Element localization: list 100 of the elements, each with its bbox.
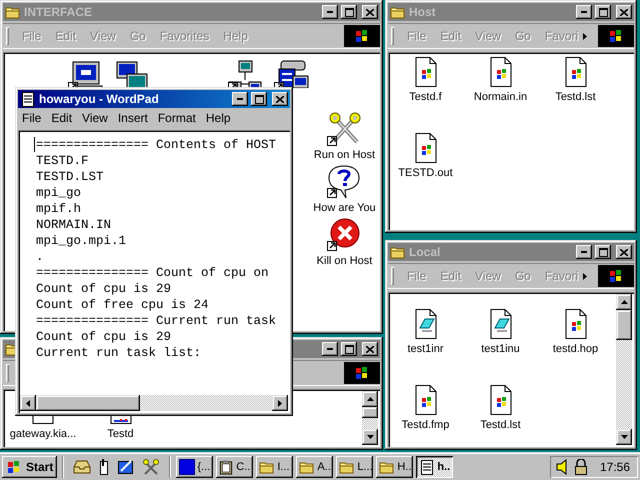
taskbar-button[interactable]: H..	[376, 456, 414, 478]
horizontal-scrollbar[interactable]	[20, 395, 288, 411]
text-line: mpi_go	[36, 185, 82, 201]
lock-icon[interactable]	[574, 459, 588, 475]
close-icon	[620, 8, 628, 16]
toolbar-grip[interactable]	[6, 364, 9, 382]
taskbar-button[interactable]: h..	[416, 456, 454, 478]
down-arrow-icon	[366, 435, 374, 439]
taskbar-button[interactable]: {...	[176, 456, 214, 478]
file-name[interactable]: Normain.in	[474, 91, 528, 103]
maximize-button[interactable]	[341, 5, 357, 19]
text-line: Count of free cpu is 24	[36, 297, 210, 313]
file-name[interactable]: test1inu	[481, 343, 520, 355]
window-icon	[179, 459, 196, 475]
maximize-icon	[344, 344, 354, 354]
crossed-pins-icon[interactable]	[326, 112, 362, 146]
scroll-down-button[interactable]	[362, 429, 378, 445]
close-button[interactable]	[616, 245, 632, 259]
text-line: =============== Current run task	[36, 313, 278, 329]
maximize-icon	[344, 8, 354, 16]
notepad-icon	[419, 459, 436, 475]
vertical-scrollbar[interactable]	[616, 294, 632, 445]
taskbar-button[interactable]: A..	[296, 456, 334, 478]
close-button[interactable]	[362, 5, 378, 19]
toolbar-grip[interactable]	[391, 267, 394, 285]
window-title: INTERFACE	[24, 5, 94, 19]
close-icon	[366, 8, 374, 16]
minimize-button[interactable]	[322, 342, 338, 356]
menu-item[interactable]: Edit	[47, 110, 78, 124]
minimize-button[interactable]	[576, 245, 592, 259]
minimize-icon	[327, 11, 333, 13]
scroll-up-button[interactable]	[362, 391, 378, 407]
minimize-button[interactable]	[576, 5, 592, 19]
scroll-down-button[interactable]	[616, 429, 632, 445]
menu-item[interactable]: Help	[202, 110, 237, 124]
close-button[interactable]	[362, 342, 378, 356]
text-line: Count of cpu is 29	[36, 329, 172, 345]
minimize-button[interactable]	[232, 92, 248, 106]
text-line: mpif.h	[36, 201, 82, 217]
maximize-button[interactable]	[341, 342, 357, 356]
up-arrow-icon	[620, 300, 628, 304]
scrollbar-thumb[interactable]	[36, 395, 140, 411]
scroll-left-button[interactable]	[20, 395, 36, 411]
folder-icon	[390, 245, 406, 259]
maximize-button[interactable]	[595, 245, 611, 259]
start-button[interactable]: Start	[2, 456, 58, 478]
taskbar-button[interactable]: I...	[256, 456, 294, 478]
minimize-icon	[327, 348, 333, 350]
text-line: =============== Count of cpu on	[36, 265, 270, 281]
minimize-icon	[237, 98, 243, 100]
chevron-icon[interactable]	[583, 32, 588, 40]
question-bubble-icon[interactable]	[326, 165, 362, 199]
menu-item[interactable]: Format	[154, 110, 202, 124]
toolbar-grip[interactable]	[391, 27, 394, 45]
file-name[interactable]: Testd.f	[409, 91, 442, 103]
file-name[interactable]: Testd	[107, 428, 134, 440]
file-name[interactable]: TESTD.out	[398, 167, 453, 179]
maximize-button[interactable]	[595, 5, 611, 19]
window-title: howaryou - WordPad	[39, 92, 160, 106]
left-arrow-icon	[26, 400, 30, 406]
clip-icon[interactable]	[98, 459, 110, 475]
scroll-right-button[interactable]	[272, 395, 288, 411]
vertical-scrollbar[interactable]	[362, 391, 378, 445]
inbox-icon[interactable]	[73, 459, 92, 475]
minimize-button[interactable]	[322, 5, 338, 19]
file-name[interactable]: gateway.kia...	[10, 428, 76, 440]
file-name[interactable]: Testd.fmp	[402, 419, 450, 431]
text-line: .	[36, 249, 45, 265]
close-button[interactable]	[616, 5, 632, 19]
close-button[interactable]	[272, 92, 288, 106]
file-name[interactable]: Testd.lst	[480, 419, 521, 431]
folder-icon	[299, 460, 316, 474]
taskbar-button[interactable]: C..	[216, 456, 254, 478]
folder-icon	[390, 5, 406, 19]
scroll-up-button[interactable]	[616, 294, 632, 310]
maximize-button[interactable]	[251, 92, 267, 106]
clock: 17:56	[600, 460, 630, 474]
up-arrow-icon	[366, 397, 374, 401]
folder-icon	[339, 460, 356, 474]
desktop-icon[interactable]	[117, 459, 136, 475]
scrollbar-thumb[interactable]	[616, 310, 632, 340]
scrollbar-thumb[interactable]	[362, 407, 378, 418]
text-cursor	[34, 137, 35, 152]
menu-item[interactable]: View	[78, 110, 114, 124]
menu-item[interactable]: File	[18, 110, 48, 124]
right-arrow-icon	[278, 400, 282, 406]
menu-item[interactable]: Insert	[114, 110, 154, 124]
text-line: =============== Contents of HOST	[36, 137, 278, 153]
window-title: Local	[409, 245, 442, 259]
text-line: TESTD.F	[36, 153, 90, 169]
toolbar-grip[interactable]	[6, 27, 9, 45]
shortcut-label[interactable]: How are You	[313, 202, 376, 214]
chevron-icon[interactable]	[583, 272, 588, 280]
file-name[interactable]: testd.hop	[552, 343, 598, 355]
taskbar-button[interactable]: L...	[336, 456, 374, 478]
file-name[interactable]: test1inr	[407, 343, 444, 355]
file-name[interactable]: Testd.lst	[555, 91, 596, 103]
shortcut-label[interactable]: Kill on Host	[316, 255, 372, 267]
shortcut-label[interactable]: Run on Host	[314, 149, 376, 161]
stop-x-icon[interactable]	[326, 218, 362, 252]
